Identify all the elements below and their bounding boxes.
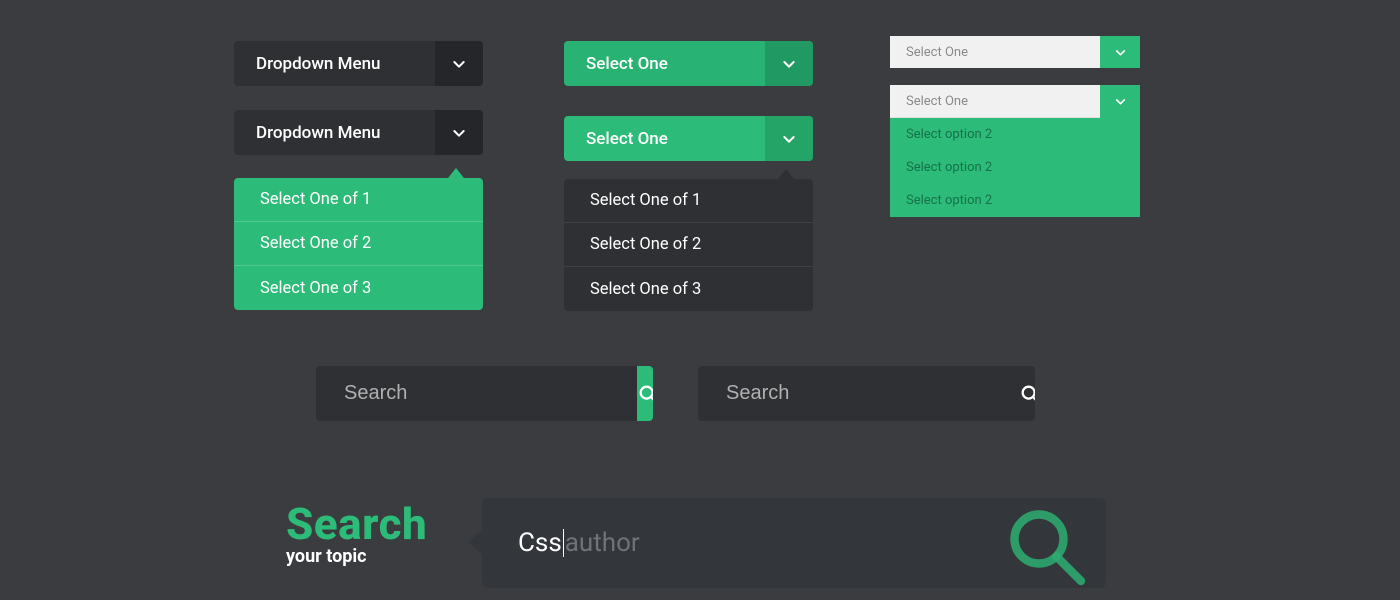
search-heading: Search <box>286 498 427 550</box>
search-box-plain <box>698 366 1035 421</box>
dropdown-option[interactable]: Select One of 1 <box>564 179 813 223</box>
dropdown-label: Dropdown Menu <box>234 110 435 155</box>
select-label: Select One <box>890 36 1100 68</box>
select-option[interactable]: Select option 2 <box>890 184 1140 217</box>
dropdown-dark-open[interactable]: Dropdown Menu <box>234 110 483 155</box>
search-icon <box>1004 504 1088 588</box>
select-toggle[interactable] <box>1100 36 1140 68</box>
dropdown-toggle[interactable] <box>765 41 813 86</box>
search-input[interactable] <box>316 366 637 421</box>
dropdown-toggle[interactable] <box>765 116 813 161</box>
select-toggle[interactable] <box>1100 85 1140 118</box>
menu-pointer <box>448 168 464 178</box>
chevron-down-icon <box>1114 95 1127 108</box>
dropdown-green-closed[interactable]: Select One <box>564 41 813 86</box>
chevron-down-icon <box>451 56 467 72</box>
search-box-accent <box>316 366 653 421</box>
search-button[interactable] <box>637 366 653 421</box>
search-icon <box>1019 383 1035 405</box>
chevron-down-icon <box>781 56 797 72</box>
text-cursor <box>563 529 564 557</box>
dropdown-toggle[interactable] <box>435 110 483 155</box>
dropdown-label: Dropdown Menu <box>234 41 435 86</box>
select-light-closed[interactable]: Select One <box>890 36 1140 68</box>
select-option[interactable]: Select option 2 <box>890 118 1140 151</box>
big-search-box[interactable]: Cssauthor <box>482 498 1106 588</box>
dropdown-option[interactable]: Select One of 3 <box>234 266 483 310</box>
big-search-ghost: author <box>565 528 640 558</box>
dropdown-menu-dark: Select One of 1 Select One of 2 Select O… <box>564 179 813 311</box>
dropdown-dark-closed[interactable]: Dropdown Menu <box>234 41 483 86</box>
search-icon <box>637 383 653 405</box>
search-button[interactable] <box>1019 366 1035 421</box>
select-option[interactable]: Select option 2 <box>890 151 1140 184</box>
dropdown-label: Select One <box>564 116 765 161</box>
dropdown-option[interactable]: Select One of 1 <box>234 178 483 222</box>
search-input[interactable] <box>698 366 1019 421</box>
dropdown-option[interactable]: Select One of 3 <box>564 267 813 311</box>
select-selected: Select One <box>890 85 1100 118</box>
dropdown-option[interactable]: Select One of 2 <box>234 222 483 266</box>
chevron-down-icon <box>451 125 467 141</box>
select-light-open-header[interactable]: Select One <box>890 85 1140 118</box>
big-search-typed: Css <box>518 528 562 558</box>
dropdown-option[interactable]: Select One of 2 <box>564 223 813 267</box>
chevron-down-icon <box>781 131 797 147</box>
dropdown-toggle[interactable] <box>435 41 483 86</box>
select-option-list: Select option 2 Select option 2 Select o… <box>890 118 1140 217</box>
dropdown-green-open[interactable]: Select One <box>564 116 813 161</box>
dropdown-menu-green: Select One of 1 Select One of 2 Select O… <box>234 178 483 310</box>
speech-pointer <box>468 530 482 554</box>
dropdown-label: Select One <box>564 41 765 86</box>
menu-pointer <box>778 169 794 179</box>
chevron-down-icon <box>1114 46 1127 59</box>
